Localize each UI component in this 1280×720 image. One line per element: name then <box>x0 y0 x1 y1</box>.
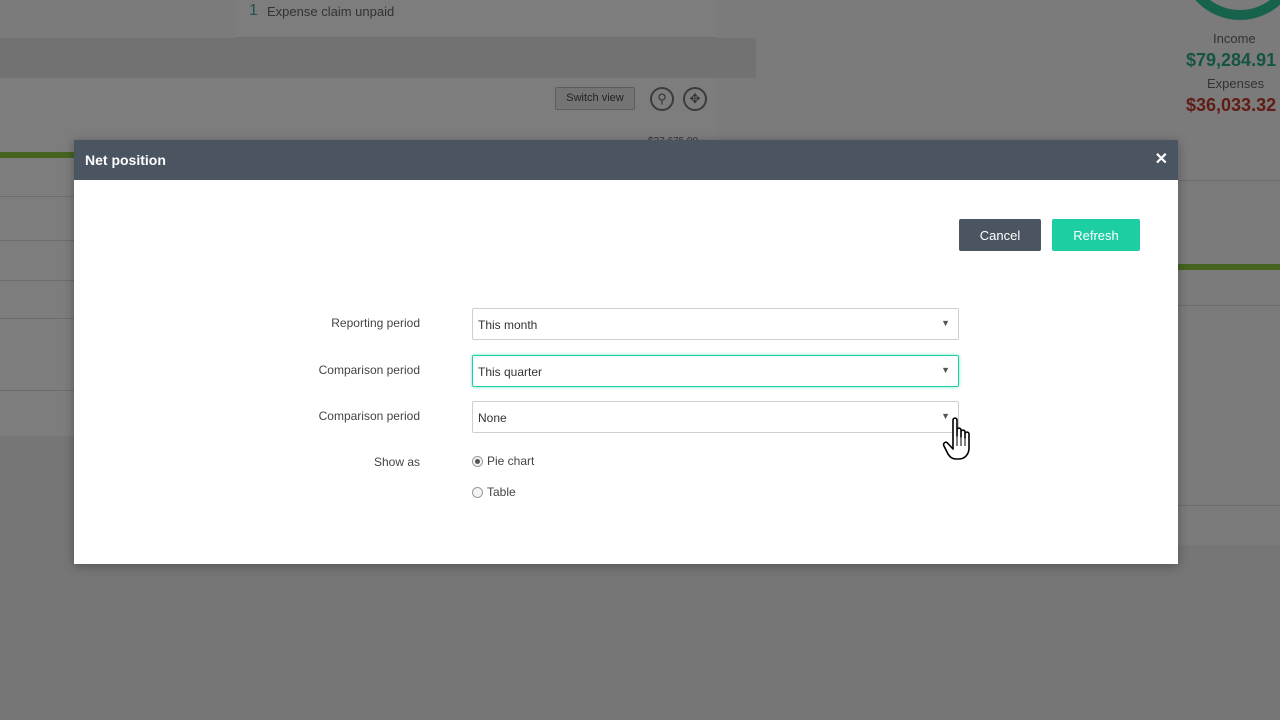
refresh-button[interactable]: Refresh <box>1052 219 1140 251</box>
radio-button-checked[interactable] <box>472 455 483 467</box>
reporting-period-label: Reporting period <box>331 316 420 330</box>
radio-pie-chart-label: Pie chart <box>487 454 535 468</box>
chevron-down-icon: ▼ <box>941 365 950 375</box>
comparison-period-value: This quarter <box>478 365 543 379</box>
show-as-label: Show as <box>373 455 420 469</box>
close-icon[interactable]: ✕ <box>1155 150 1168 170</box>
hand-cursor-icon <box>942 417 970 460</box>
comparison-period-select[interactable]: This quarter ▼ <box>472 355 959 387</box>
chevron-down-icon: ▼ <box>941 318 950 328</box>
modal-header: Net position ✕ <box>74 140 1178 180</box>
radio-table[interactable]: Table <box>472 485 516 499</box>
modal-title: Net position <box>85 152 166 168</box>
comparison-period-label: Comparison period <box>318 363 420 377</box>
cancel-button[interactable]: Cancel <box>959 219 1041 251</box>
reporting-period-select[interactable]: This month ▼ <box>472 308 959 340</box>
comparison-period-2-label: Comparison period <box>318 409 420 423</box>
radio-button[interactable] <box>472 486 483 498</box>
net-position-modal: Net position ✕ Cancel Refresh Reporting … <box>74 140 1178 564</box>
radio-pie-chart[interactable]: Pie chart <box>472 454 534 468</box>
comparison-period-2-select[interactable]: None ▼ <box>472 401 959 433</box>
comparison-period-2-value: None <box>478 411 507 425</box>
reporting-period-value: This month <box>478 318 538 332</box>
radio-table-label: Table <box>487 485 516 499</box>
